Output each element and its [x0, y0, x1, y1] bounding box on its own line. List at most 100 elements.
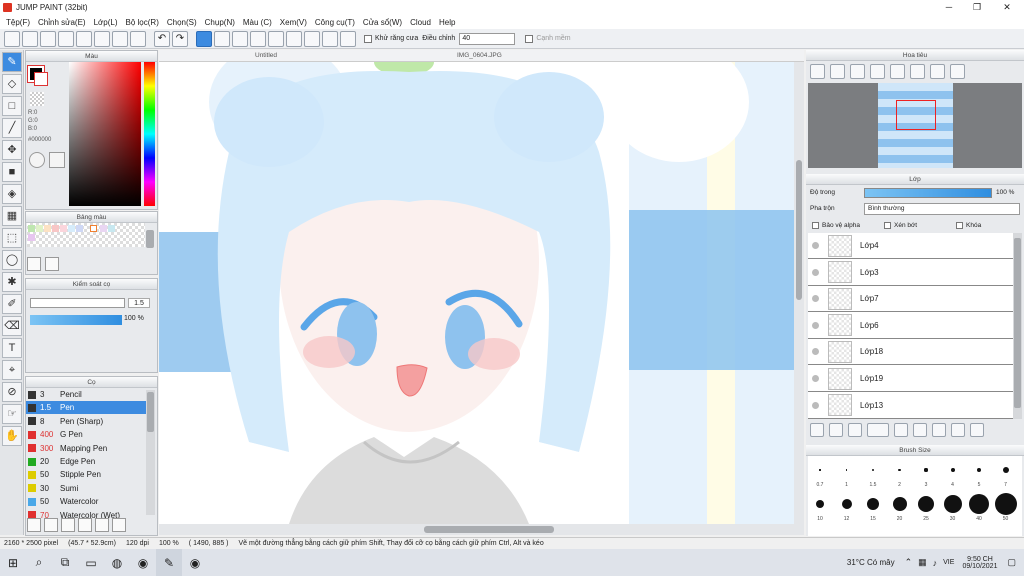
saturation-value-picker[interactable] [69, 62, 141, 206]
text-tool-icon[interactable]: T [2, 338, 22, 358]
brush-size-dot[interactable] [892, 497, 907, 511]
swatch[interactable] [28, 234, 35, 241]
brush-size-dot[interactable] [819, 469, 821, 471]
grid-toggle-button[interactable] [232, 30, 248, 47]
undo-button[interactable]: ↶ [154, 30, 170, 47]
smudge-tool-icon[interactable]: ☞ [2, 404, 22, 424]
folder-icon[interactable] [894, 423, 908, 437]
swatch-scrollbar[interactable] [146, 230, 154, 248]
new-file-button[interactable] [4, 30, 20, 47]
search-icon[interactable]: ⌕ [26, 549, 52, 576]
magic-wand-tool-icon[interactable]: ✱ [2, 272, 22, 292]
swatch[interactable] [60, 225, 67, 232]
protect-alpha-checkbox[interactable] [812, 222, 819, 229]
eyedropper-tool-icon[interactable]: ⊘ [2, 382, 22, 402]
brush-add-icon[interactable] [61, 518, 75, 532]
menu-view[interactable]: Xem(V) [280, 18, 307, 27]
close-button[interactable]: ✕ [992, 0, 1022, 15]
tab-img-0604[interactable]: IMG_0604.JPG [457, 52, 502, 59]
brush-size-dot[interactable] [943, 495, 962, 513]
brush-item[interactable]: 50 Watercolor [26, 495, 146, 508]
menu-capture[interactable]: Chụp(N) [205, 18, 235, 27]
chrome-icon[interactable]: ◉ [130, 549, 156, 576]
start-icon[interactable]: ⊞ [0, 549, 26, 576]
new-swatch-icon[interactable] [27, 257, 41, 271]
layer-row[interactable]: Lớp18 [808, 339, 1013, 366]
brush-size-dot[interactable] [994, 493, 1017, 515]
hand-tool-icon[interactable]: ✋ [2, 426, 22, 446]
tab-untitled[interactable]: Untitled [255, 52, 277, 59]
new-8bit-layer-icon[interactable] [848, 423, 862, 437]
brush-size-dot[interactable] [872, 469, 874, 471]
fill-rect-tool-icon[interactable]: ■ [2, 162, 22, 182]
weather-widget[interactable]: 31°C Có mây [847, 558, 895, 567]
save-button[interactable] [40, 30, 56, 47]
circle-guide-button[interactable] [322, 30, 338, 47]
grid-button[interactable] [112, 30, 128, 47]
brush-size-dot[interactable] [924, 468, 928, 472]
brush-item[interactable]: 1.5 Pen [26, 401, 146, 415]
brush-size-dot[interactable] [1002, 467, 1009, 473]
menu-color[interactable]: Màu (C) [243, 18, 272, 27]
concentric-button[interactable] [286, 30, 302, 47]
brush-copy-icon[interactable] [78, 518, 92, 532]
layer-scrollbar[interactable] [1014, 238, 1021, 408]
brush-size-slider[interactable] [30, 298, 125, 308]
transparent-color-swatch[interactable] [30, 92, 44, 106]
new-halftone-layer-icon[interactable] [829, 423, 843, 437]
layer-row[interactable]: Lớp6 [808, 312, 1013, 339]
brush-folder-icon[interactable] [95, 518, 109, 532]
canvas-hscrollbar[interactable] [424, 526, 554, 533]
divide-tool-icon[interactable]: ⌖ [2, 360, 22, 380]
antialias-checkbox[interactable] [364, 34, 372, 43]
brush-size-grid[interactable] [808, 456, 1022, 536]
file-explorer-icon[interactable]: ▭ [78, 549, 104, 576]
chrome-second-icon[interactable]: ◉ [182, 549, 208, 576]
visibility-eye-icon[interactable] [812, 321, 819, 329]
select-pen-tool-icon[interactable]: ✐ [2, 294, 22, 314]
zoom-in-icon[interactable] [810, 64, 825, 79]
visibility-eye-icon[interactable] [812, 295, 819, 303]
swatch[interactable] [28, 225, 35, 232]
line-tool-icon[interactable]: ╱ [2, 118, 22, 138]
move-tool-icon[interactable]: ✥ [2, 140, 22, 160]
delete-layer-icon[interactable] [970, 423, 984, 437]
menu-help[interactable]: Help [439, 18, 455, 27]
gradient-tool-icon[interactable]: ▦ [2, 206, 22, 226]
language-indicator[interactable]: VIE [943, 559, 954, 566]
menu-edit[interactable]: Chỉnh sửa(E) [38, 18, 86, 27]
lasso-tool-icon[interactable]: ◯ [2, 250, 22, 270]
swatch[interactable] [100, 225, 107, 232]
background-color-swatch[interactable] [34, 72, 48, 86]
task-view-icon[interactable]: ⧉ [52, 549, 78, 576]
swatch[interactable] [90, 225, 97, 232]
brush-size-value[interactable]: 1.5 [128, 298, 150, 308]
radial-button[interactable] [268, 30, 284, 47]
menu-cloud[interactable]: Cloud [410, 18, 431, 27]
list-button[interactable] [94, 30, 110, 47]
maximize-button[interactable]: ❐ [962, 0, 992, 15]
brush-import-icon[interactable] [44, 518, 58, 532]
notification-icon[interactable]: ▢ [1007, 557, 1016, 568]
pen-tool-icon[interactable]: ✎ [2, 52, 22, 72]
brush-item[interactable]: 3 Pencil [26, 388, 146, 401]
menu-tools[interactable]: Công cụ(T) [315, 18, 355, 27]
brush-settings-icon[interactable] [27, 518, 41, 532]
rotate-right-icon[interactable] [910, 64, 925, 79]
swatch[interactable] [36, 225, 43, 232]
layer-opacity-slider[interactable] [864, 188, 992, 198]
swatch[interactable] [68, 225, 75, 232]
clipping-checkbox[interactable] [884, 222, 891, 229]
brush-size-dot[interactable] [950, 468, 955, 472]
swatch[interactable] [108, 225, 115, 232]
layer-row[interactable]: Lớp13 [808, 392, 1013, 419]
clock[interactable]: 9:50 CH 09/10/2021 [962, 556, 997, 570]
brush-scrollbar[interactable] [147, 392, 154, 432]
network-icon[interactable]: ▦ [918, 557, 927, 568]
swatch[interactable] [52, 225, 59, 232]
soften-checkbox[interactable] [525, 34, 534, 43]
tray-up-icon[interactable]: ⌃ [905, 557, 913, 568]
layer-row[interactable]: Lớp7 [808, 286, 1013, 313]
swatch[interactable] [76, 225, 83, 232]
select-all-button[interactable] [196, 30, 212, 47]
